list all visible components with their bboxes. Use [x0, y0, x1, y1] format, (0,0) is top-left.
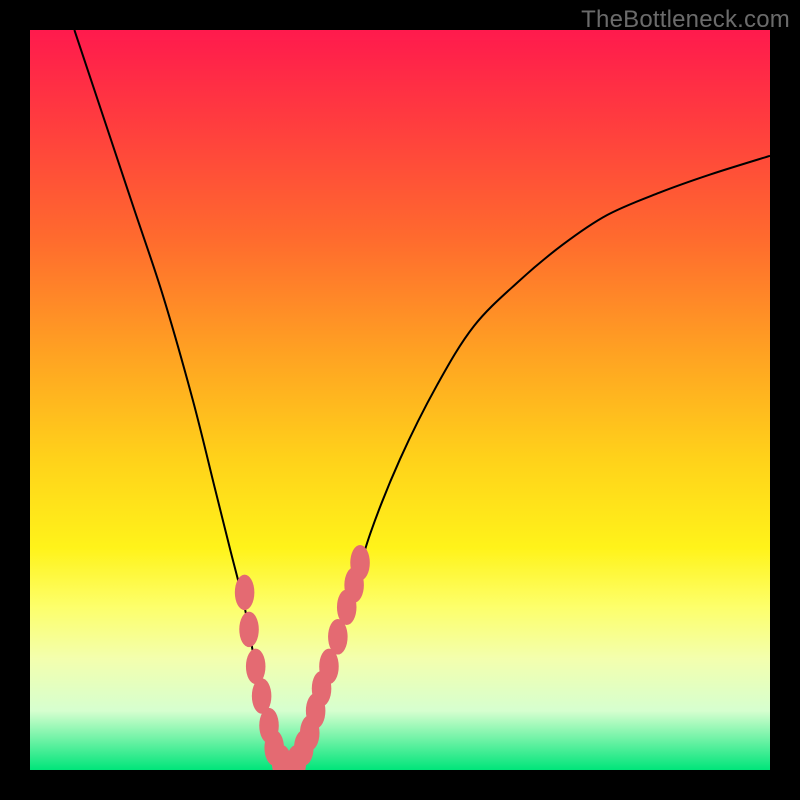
- curve-marker: [239, 612, 259, 648]
- curve-marker: [350, 545, 370, 581]
- chart-container: TheBottleneck.com: [0, 0, 800, 800]
- bottleneck-curve: [74, 30, 770, 770]
- plot-area: [30, 30, 770, 770]
- watermark: TheBottleneck.com: [581, 6, 790, 34]
- curve-canvas: [30, 30, 770, 770]
- curve-marker: [235, 575, 255, 611]
